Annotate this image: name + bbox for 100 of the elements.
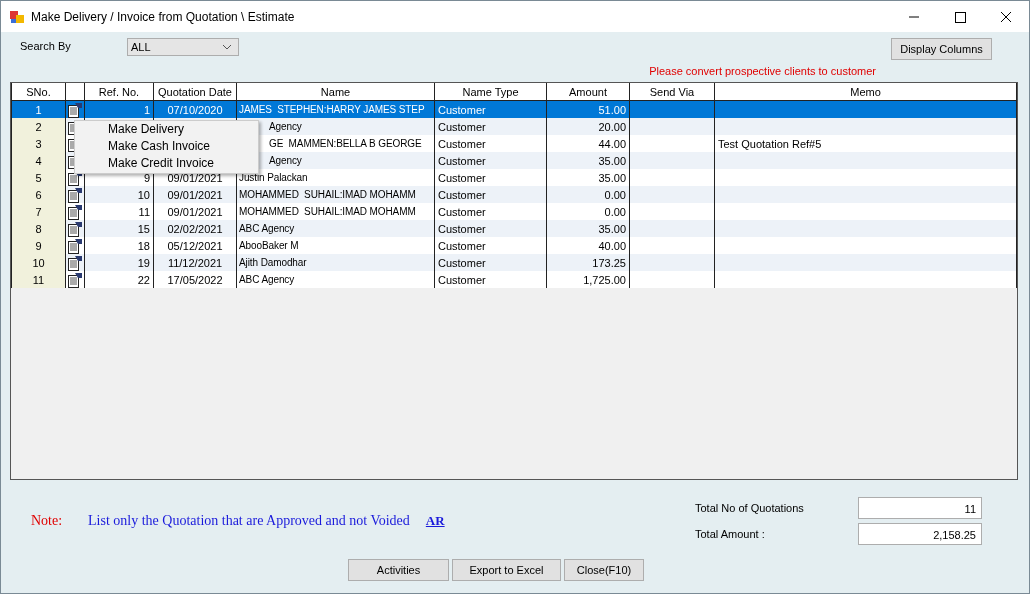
row-number: 3 <box>35 137 42 150</box>
document-icon <box>67 237 83 254</box>
total-label: Total Amount : <box>695 528 766 540</box>
table-cell: 05/12/2021 <box>167 239 223 252</box>
row-number: 8 <box>35 222 42 235</box>
table-cell: 40.00 <box>598 239 626 252</box>
row-number: 10 <box>32 256 45 269</box>
table-cell: Customer <box>438 154 486 167</box>
table-cell: 20.00 <box>598 120 626 133</box>
total-field[interactable]: 11 <box>858 497 982 519</box>
row-number: 1 <box>35 103 42 116</box>
table-row[interactable]: 11 22 17/05/2022 ABC Agency Customer 1,725.00 <box>11 271 1017 288</box>
table-cell: MOHAMMED SUHAIL:IMAD MOHAMM <box>239 206 416 217</box>
table-cell: 18 <box>137 239 150 252</box>
table-cell: 17/05/2022 <box>167 273 223 286</box>
menu-item[interactable]: Make Credit Invoice <box>75 155 215 172</box>
table-cell: 11 <box>138 205 150 218</box>
table-cell: 35.00 <box>598 154 626 167</box>
table-cell: 09/01/2021 <box>167 188 223 201</box>
document-icon <box>67 101 83 118</box>
table-cell: 173.25 <box>592 256 626 269</box>
action-button[interactable]: Close(F10) <box>564 559 644 581</box>
document-icon <box>67 203 83 220</box>
column-header[interactable]: Name Type <box>434 83 547 101</box>
table-cell: 1,725.00 <box>583 273 626 286</box>
chevron-down-icon <box>222 44 232 50</box>
menu-item[interactable]: Make Delivery <box>75 121 185 138</box>
table-cell: MOHAMMED SUHAIL:IMAD MOHAMM <box>239 189 416 200</box>
table-cell: 9 <box>143 171 150 184</box>
app-icon <box>9 8 25 25</box>
column-header[interactable]: Quotation Date <box>153 83 237 101</box>
table-cell: 35.00 <box>598 222 626 235</box>
column-header[interactable]: Memo <box>714 83 1017 101</box>
document-icon <box>67 220 83 237</box>
row-number: 9 <box>35 239 42 252</box>
row-number: 2 <box>35 120 42 133</box>
note-text: List only the Quotation that are Approved and not Voided <box>88 513 410 529</box>
table-cell: 1 <box>143 103 150 116</box>
table-cell: Customer <box>438 188 486 201</box>
ar-link[interactable]: AR <box>425 513 445 529</box>
table-cell: 15 <box>137 222 150 235</box>
action-button[interactable]: Activities <box>348 559 449 581</box>
table-cell: Customer <box>438 171 486 184</box>
table-cell: 0.00 <box>604 188 626 201</box>
total-label: Total No of Quotations <box>695 502 805 514</box>
column-header[interactable]: Name <box>236 83 435 101</box>
table-cell: Customer <box>438 103 486 116</box>
table-cell: 22 <box>137 273 150 286</box>
table-cell: AbooBaker M <box>239 240 299 251</box>
table-cell: 35.00 <box>598 171 626 184</box>
table-cell: JAMES STEPHEN:HARRY JAMES STEP <box>239 104 425 115</box>
row-number: 5 <box>35 171 42 184</box>
table-row[interactable]: 5 9 09/01/2021 Justin Palackan Customer 35.00 <box>11 169 1017 186</box>
table-cell: Customer <box>438 256 486 269</box>
table-cell: 51.00 <box>598 103 626 116</box>
table-cell: 44.00 <box>598 137 626 150</box>
column-header[interactable]: Amount <box>546 83 630 101</box>
table-cell: Test Quotation Ref#5 <box>718 137 822 150</box>
column-header[interactable]: Ref. No. <box>84 83 154 101</box>
table-cell: Customer <box>438 239 486 252</box>
table-cell: Agency <box>269 121 302 132</box>
table-cell: GE MAMMEN:BELLA B GEORGE <box>269 138 422 149</box>
action-button[interactable]: Export to Excel <box>452 559 561 581</box>
note-label: Note: <box>31 513 64 529</box>
table-row[interactable]: 6 10 09/01/2021 MOHAMMED SUHAIL:IMAD MOHAMM Customer 0.00 <box>11 186 1017 203</box>
table-cell: 19 <box>137 256 150 269</box>
table-cell: Customer <box>438 273 486 286</box>
window-title: Make Delivery / Invoice from Quotation \ Estimate <box>31 9 295 24</box>
document-icon <box>67 254 83 271</box>
table-cell: 07/10/2020 <box>167 103 223 116</box>
search-label: Search By <box>20 40 72 52</box>
table-cell: Customer <box>438 222 486 235</box>
display-columns-button[interactable]: Display Columns <box>891 38 992 60</box>
row-number: 7 <box>35 205 42 218</box>
document-icon <box>67 271 83 288</box>
table-cell: Customer <box>438 137 486 150</box>
table-row[interactable]: 9 18 05/12/2021 AbooBaker M Customer 40.00 <box>11 237 1017 254</box>
table-cell: Agency <box>269 155 302 166</box>
table-cell: Ajith Damodhar <box>239 257 307 268</box>
table-cell: 09/01/2021 <box>167 171 223 184</box>
table-cell: 09/01/2021 <box>167 205 223 218</box>
column-header[interactable]: Send Via <box>629 83 715 101</box>
table-cell: Justin Palackan <box>239 172 308 183</box>
total-field[interactable]: 2,158.25 <box>858 523 982 545</box>
table-cell: Customer <box>438 205 486 218</box>
row-number: 11 <box>32 273 45 286</box>
table-cell: 02/02/2021 <box>167 222 223 235</box>
table-row[interactable]: 8 15 02/02/2021 ABC Agency Customer 35.00 <box>11 220 1017 237</box>
table-cell: ABC Agency <box>239 274 295 285</box>
table-cell: Customer <box>438 120 486 133</box>
table-cell: 10 <box>137 188 150 201</box>
warning-text: Please convert prospective clients to customer <box>649 65 876 79</box>
menu-item[interactable]: Make Cash Invoice <box>75 138 211 155</box>
table-cell: ABC Agency <box>239 223 295 234</box>
row-number: 4 <box>35 154 42 167</box>
table-row[interactable]: 10 19 11/12/2021 Ajith Damodhar Customer 173.25 <box>11 254 1017 271</box>
table-row[interactable]: 7 11 09/01/2021 MOHAMMED SUHAIL:IMAD MOHAMM Customer 0.00 <box>11 203 1017 220</box>
table-cell: 0.00 <box>604 205 626 218</box>
search-dropdown[interactable]: ALL <box>127 38 239 56</box>
column-header[interactable]: SNo. <box>11 83 66 101</box>
